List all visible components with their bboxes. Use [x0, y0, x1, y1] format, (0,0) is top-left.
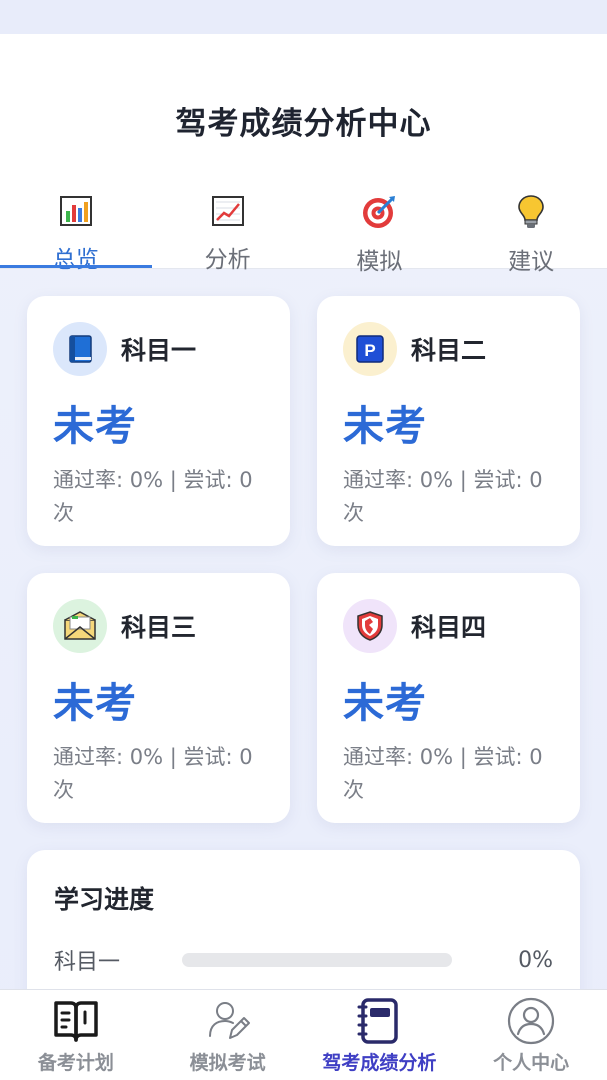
nav-score-analysis[interactable]: 驾考成绩分析 [304, 990, 456, 1080]
user-icon [506, 996, 556, 1046]
book-icon [53, 322, 107, 376]
progress-track [182, 953, 452, 967]
tab-overview[interactable]: 总览 [0, 160, 152, 273]
subject-card-4[interactable]: 科目四 未考 通过率: 0% | 尝试: 0次 [317, 573, 580, 823]
target-icon [361, 194, 397, 230]
tab-label: 分析 [204, 247, 251, 273]
subject-name: 科目一 [121, 336, 197, 365]
subject-status: 未考 [343, 679, 427, 727]
card-header: 科目一 [53, 322, 264, 376]
subject-name: 科目三 [121, 613, 197, 642]
subject-card-2[interactable]: P 科目二 未考 通过率: 0% | 尝试: 0次 [317, 296, 580, 546]
nav-label: 个人中心 [493, 1052, 570, 1074]
app-root: 驾考成绩分析中心 总览 分析 模拟 建议 科目一 未考 通过率: 0% | 尝试… [0, 0, 607, 1080]
tab-analysis[interactable]: 分析 [152, 160, 304, 273]
parking-icon: P [343, 322, 397, 376]
progress-title: 学习进度 [54, 885, 155, 914]
bottom-nav: 备考计划 模拟考试 驾考成绩分析 个人中心 [0, 989, 607, 1080]
lightbulb-icon [513, 194, 549, 230]
study-plan-icon [51, 996, 101, 1046]
subject-name: 科目二 [411, 336, 487, 365]
header: 驾考成绩分析中心 总览 分析 模拟 建议 [0, 34, 607, 275]
progress-row: 科目一 0% [54, 944, 553, 976]
card-header: P 科目二 [343, 322, 554, 376]
subject-status: 未考 [53, 679, 137, 727]
overview-content: 科目一 未考 通过率: 0% | 尝试: 0次 P 科目二 未考 通过率: 0%… [0, 269, 607, 1050]
nav-label: 备考计划 [37, 1052, 114, 1074]
notebook-icon [354, 996, 404, 1046]
subject-status: 未考 [53, 402, 137, 450]
progress-value: 0% [518, 947, 553, 973]
bar-chart-icon [58, 194, 94, 228]
subject-status: 未考 [343, 402, 427, 450]
tab-simulation[interactable]: 模拟 [304, 160, 456, 275]
tab-label: 建议 [508, 249, 555, 275]
subject-meta: 通过率: 0% | 尝试: 0次 [53, 468, 253, 525]
subject-card-1[interactable]: 科目一 未考 通过率: 0% | 尝试: 0次 [27, 296, 290, 546]
card-header: 科目四 [343, 599, 554, 653]
line-chart-icon [210, 194, 246, 228]
nav-study-plan[interactable]: 备考计划 [0, 990, 152, 1080]
subject-meta: 通过率: 0% | 尝试: 0次 [343, 468, 543, 525]
subject-card-3[interactable]: 科目三 未考 通过率: 0% | 尝试: 0次 [27, 573, 290, 823]
subject-meta: 通过率: 0% | 尝试: 0次 [343, 745, 543, 802]
subject-grid: 科目一 未考 通过率: 0% | 尝试: 0次 P 科目二 未考 通过率: 0%… [27, 296, 580, 823]
nav-label: 驾考成绩分析 [322, 1052, 437, 1074]
subject-meta: 通过率: 0% | 尝试: 0次 [53, 745, 253, 802]
tab-suggestions[interactable]: 建议 [455, 160, 607, 275]
nav-profile[interactable]: 个人中心 [455, 990, 607, 1080]
card-header: 科目三 [53, 599, 264, 653]
tab-label: 总览 [52, 247, 99, 273]
tab-label: 模拟 [356, 249, 403, 275]
envelope-icon [53, 599, 107, 653]
svg-text:P: P [364, 341, 375, 360]
nav-mock-exam[interactable]: 模拟考试 [152, 990, 304, 1080]
shield-icon [343, 599, 397, 653]
progress-label: 科目一 [54, 950, 121, 975]
tab-bar: 总览 分析 模拟 建议 [0, 160, 607, 275]
status-bar-area [0, 0, 607, 34]
exam-pen-icon [203, 996, 253, 1046]
page-title: 驾考成绩分析中心 [175, 106, 432, 142]
subject-name: 科目四 [411, 613, 487, 642]
nav-label: 模拟考试 [189, 1052, 266, 1074]
